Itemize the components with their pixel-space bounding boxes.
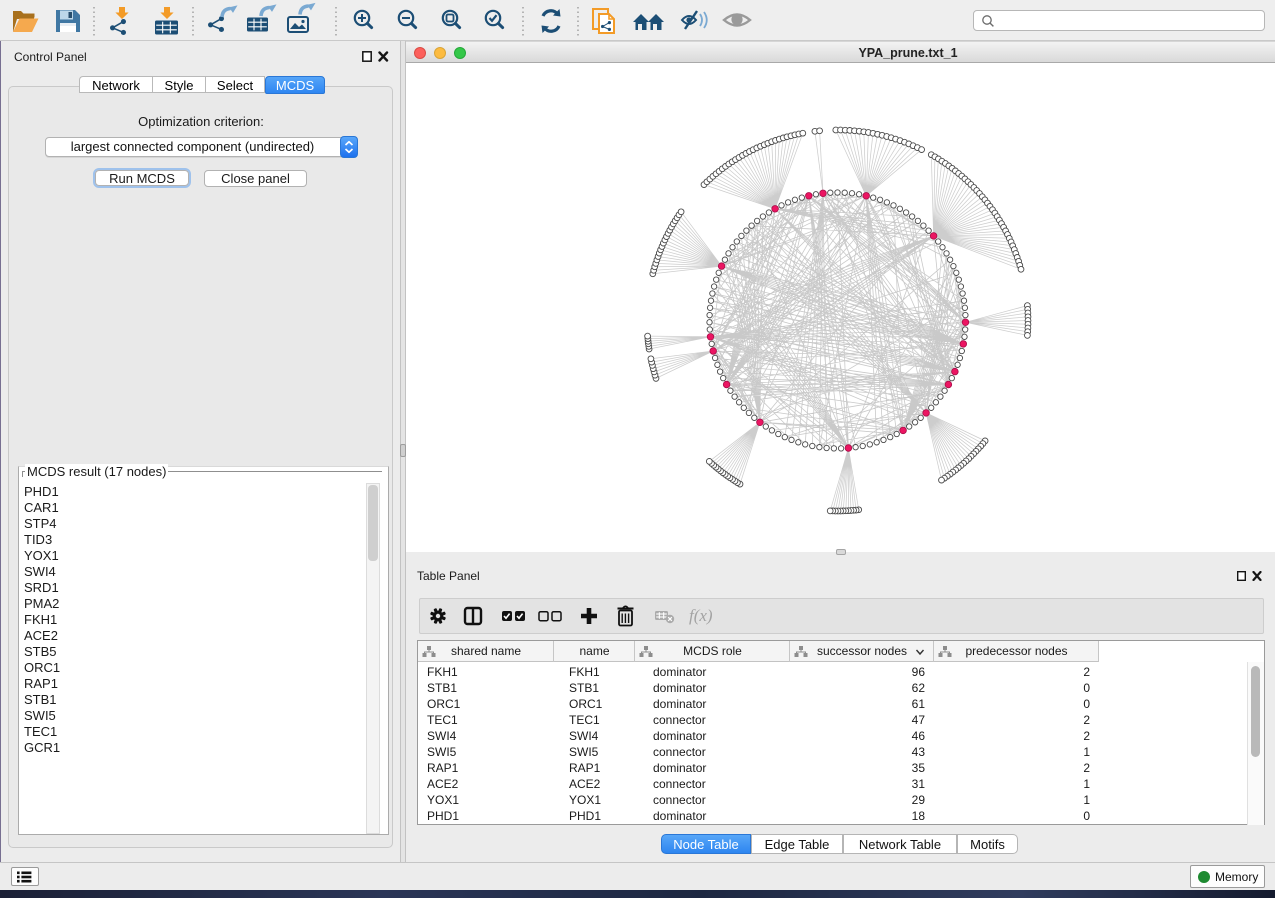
svg-text:f(x): f(x)	[689, 606, 713, 625]
